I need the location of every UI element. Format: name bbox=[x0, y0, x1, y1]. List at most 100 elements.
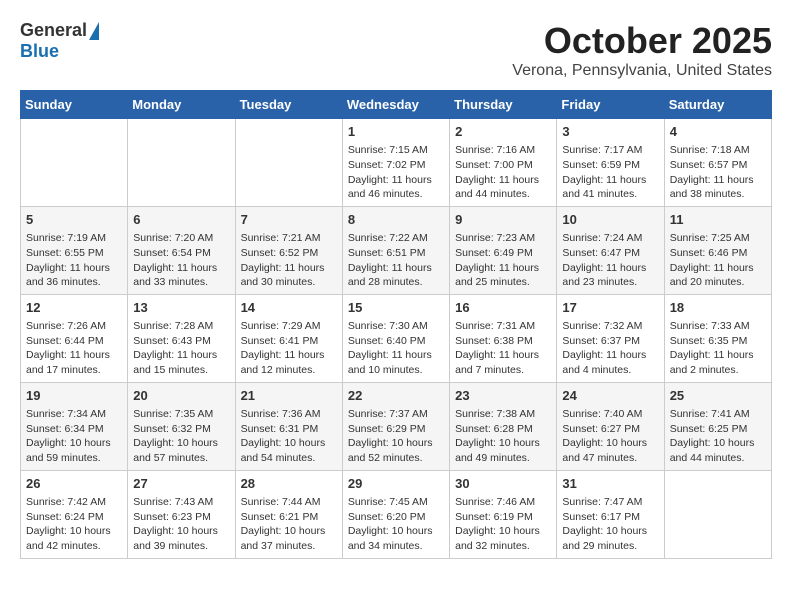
calendar-cell: 16Sunrise: 7:31 AM Sunset: 6:38 PM Dayli… bbox=[450, 294, 557, 382]
weekday-header-row: SundayMondayTuesdayWednesdayThursdayFrid… bbox=[21, 91, 772, 119]
location-title: Verona, Pennsylvania, United States bbox=[512, 62, 772, 80]
day-info: Sunrise: 7:33 AM Sunset: 6:35 PM Dayligh… bbox=[670, 319, 766, 378]
day-number: 18 bbox=[670, 299, 766, 317]
week-row-3: 12 Sunrise: 7:26 AM Sunset: 6:44 PM Dayli… bbox=[21, 294, 772, 382]
calendar-cell: 29 Sunrise: 7:45 AM Sunset: 6:20 PM Dayli… bbox=[342, 470, 449, 558]
calendar-cell: 10 Sunrise: 7:24 AM Sunset: 6:47 PM Dayli… bbox=[557, 206, 664, 294]
calendar-cell: 15Sunrise: 7:30 AM Sunset: 6:40 PM Dayli… bbox=[342, 294, 449, 382]
day-info: Sunrise: 7:26 AM Sunset: 6:44 PM Dayligh… bbox=[26, 319, 122, 378]
month-title: October 2025 bbox=[512, 20, 772, 62]
day-info: Sunrise: 7:18 AM Sunset: 6:57 PM Dayligh… bbox=[670, 143, 766, 202]
weekday-header-saturday: Saturday bbox=[664, 91, 771, 119]
calendar-cell: 12 Sunrise: 7:26 AM Sunset: 6:44 PM Dayli… bbox=[21, 294, 128, 382]
day-number: 4 bbox=[670, 123, 766, 141]
week-row-1: 1 Sunrise: 7:15 AM Sunset: 7:02 PM Daylig… bbox=[21, 119, 772, 207]
day-info: Sunrise: 7:20 AM Sunset: 6:54 PM Dayligh… bbox=[133, 231, 229, 290]
day-number: 30 bbox=[455, 475, 551, 493]
calendar-cell: 13 Sunrise: 7:28 AM Sunset: 6:43 PM Dayli… bbox=[128, 294, 235, 382]
day-number: 9 bbox=[455, 211, 551, 229]
weekday-header-monday: Monday bbox=[128, 91, 235, 119]
day-number: 25 bbox=[670, 387, 766, 405]
calendar-cell: 3Sunrise: 7:17 AM Sunset: 6:59 PM Daylig… bbox=[557, 119, 664, 207]
day-info: Sunrise: 7:46 AM Sunset: 6:19 PM Dayligh… bbox=[455, 495, 551, 554]
day-number: 29 bbox=[348, 475, 444, 493]
calendar-cell: 25 Sunrise: 7:41 AM Sunset: 6:25 PM Dayli… bbox=[664, 382, 771, 470]
day-number: 27 bbox=[133, 475, 229, 493]
calendar-cell: 24Sunrise: 7:40 AM Sunset: 6:27 PM Dayli… bbox=[557, 382, 664, 470]
day-info: Sunrise: 7:35 AM Sunset: 6:32 PM Dayligh… bbox=[133, 407, 229, 466]
calendar-cell: 17 Sunrise: 7:32 AM Sunset: 6:37 PM Dayli… bbox=[557, 294, 664, 382]
calendar-cell: 20 Sunrise: 7:35 AM Sunset: 6:32 PM Dayli… bbox=[128, 382, 235, 470]
day-info: Sunrise: 7:32 AM Sunset: 6:37 PM Dayligh… bbox=[562, 319, 658, 378]
day-info: Sunrise: 7:45 AM Sunset: 6:20 PM Dayligh… bbox=[348, 495, 444, 554]
day-info: Sunrise: 7:21 AM Sunset: 6:52 PM Dayligh… bbox=[241, 231, 337, 290]
calendar-cell: 7Sunrise: 7:21 AM Sunset: 6:52 PM Daylig… bbox=[235, 206, 342, 294]
calendar-cell: 30 Sunrise: 7:46 AM Sunset: 6:19 PM Dayli… bbox=[450, 470, 557, 558]
calendar-cell: 8Sunrise: 7:22 AM Sunset: 6:51 PM Daylig… bbox=[342, 206, 449, 294]
day-number: 15 bbox=[348, 299, 444, 317]
calendar-cell: 4 Sunrise: 7:18 AM Sunset: 6:57 PM Daylig… bbox=[664, 119, 771, 207]
day-number: 31 bbox=[562, 475, 658, 493]
day-number: 12 bbox=[26, 299, 122, 317]
calendar-table: SundayMondayTuesdayWednesdayThursdayFrid… bbox=[20, 90, 772, 559]
week-row-4: 19 Sunrise: 7:34 AM Sunset: 6:34 PM Dayli… bbox=[21, 382, 772, 470]
day-info: Sunrise: 7:41 AM Sunset: 6:25 PM Dayligh… bbox=[670, 407, 766, 466]
title-block: October 2025 Verona, Pennsylvania, Unite… bbox=[512, 20, 772, 80]
calendar-cell: 5Sunrise: 7:19 AM Sunset: 6:55 PM Daylig… bbox=[21, 206, 128, 294]
calendar-cell: 11Sunrise: 7:25 AM Sunset: 6:46 PM Dayli… bbox=[664, 206, 771, 294]
day-info: Sunrise: 7:29 AM Sunset: 6:41 PM Dayligh… bbox=[241, 319, 337, 378]
day-info: Sunrise: 7:28 AM Sunset: 6:43 PM Dayligh… bbox=[133, 319, 229, 378]
week-row-5: 26 Sunrise: 7:42 AM Sunset: 6:24 PM Dayli… bbox=[21, 470, 772, 558]
weekday-header-tuesday: Tuesday bbox=[235, 91, 342, 119]
calendar-cell bbox=[235, 119, 342, 207]
day-number: 14 bbox=[241, 299, 337, 317]
day-number: 19 bbox=[26, 387, 122, 405]
day-number: 10 bbox=[562, 211, 658, 229]
day-number: 8 bbox=[348, 211, 444, 229]
logo-triangle-icon bbox=[89, 22, 99, 40]
weekday-header-friday: Friday bbox=[557, 91, 664, 119]
day-number: 13 bbox=[133, 299, 229, 317]
calendar-cell: 31 Sunrise: 7:47 AM Sunset: 6:17 PM Dayli… bbox=[557, 470, 664, 558]
day-number: 5 bbox=[26, 211, 122, 229]
logo-blue-text: Blue bbox=[20, 41, 59, 62]
day-info: Sunrise: 7:31 AM Sunset: 6:38 PM Dayligh… bbox=[455, 319, 551, 378]
calendar-cell: 22 Sunrise: 7:37 AM Sunset: 6:29 PM Dayli… bbox=[342, 382, 449, 470]
day-info: Sunrise: 7:23 AM Sunset: 6:49 PM Dayligh… bbox=[455, 231, 551, 290]
day-number: 11 bbox=[670, 211, 766, 229]
calendar-cell: 1 Sunrise: 7:15 AM Sunset: 7:02 PM Daylig… bbox=[342, 119, 449, 207]
day-info: Sunrise: 7:47 AM Sunset: 6:17 PM Dayligh… bbox=[562, 495, 658, 554]
weekday-header-sunday: Sunday bbox=[21, 91, 128, 119]
calendar-cell bbox=[128, 119, 235, 207]
week-row-2: 5Sunrise: 7:19 AM Sunset: 6:55 PM Daylig… bbox=[21, 206, 772, 294]
calendar-cell: 27Sunrise: 7:43 AM Sunset: 6:23 PM Dayli… bbox=[128, 470, 235, 558]
logo-general-text: General bbox=[20, 20, 87, 41]
calendar-cell: 14 Sunrise: 7:29 AM Sunset: 6:41 PM Dayli… bbox=[235, 294, 342, 382]
day-number: 22 bbox=[348, 387, 444, 405]
day-number: 2 bbox=[455, 123, 551, 141]
page-header: General Blue October 2025 Verona, Pennsy… bbox=[20, 20, 772, 80]
weekday-header-wednesday: Wednesday bbox=[342, 91, 449, 119]
day-number: 21 bbox=[241, 387, 337, 405]
day-number: 28 bbox=[241, 475, 337, 493]
calendar-cell bbox=[21, 119, 128, 207]
calendar-cell: 28Sunrise: 7:44 AM Sunset: 6:21 PM Dayli… bbox=[235, 470, 342, 558]
day-number: 1 bbox=[348, 123, 444, 141]
day-number: 23 bbox=[455, 387, 551, 405]
day-info: Sunrise: 7:37 AM Sunset: 6:29 PM Dayligh… bbox=[348, 407, 444, 466]
day-info: Sunrise: 7:15 AM Sunset: 7:02 PM Dayligh… bbox=[348, 143, 444, 202]
day-info: Sunrise: 7:34 AM Sunset: 6:34 PM Dayligh… bbox=[26, 407, 122, 466]
day-info: Sunrise: 7:36 AM Sunset: 6:31 PM Dayligh… bbox=[241, 407, 337, 466]
calendar-cell: 26 Sunrise: 7:42 AM Sunset: 6:24 PM Dayli… bbox=[21, 470, 128, 558]
day-number: 17 bbox=[562, 299, 658, 317]
day-number: 3 bbox=[562, 123, 658, 141]
day-number: 6 bbox=[133, 211, 229, 229]
day-info: Sunrise: 7:38 AM Sunset: 6:28 PM Dayligh… bbox=[455, 407, 551, 466]
day-info: Sunrise: 7:42 AM Sunset: 6:24 PM Dayligh… bbox=[26, 495, 122, 554]
day-number: 26 bbox=[26, 475, 122, 493]
day-number: 24 bbox=[562, 387, 658, 405]
day-info: Sunrise: 7:24 AM Sunset: 6:47 PM Dayligh… bbox=[562, 231, 658, 290]
calendar-cell bbox=[664, 470, 771, 558]
day-number: 20 bbox=[133, 387, 229, 405]
calendar-cell: 9 Sunrise: 7:23 AM Sunset: 6:49 PM Daylig… bbox=[450, 206, 557, 294]
